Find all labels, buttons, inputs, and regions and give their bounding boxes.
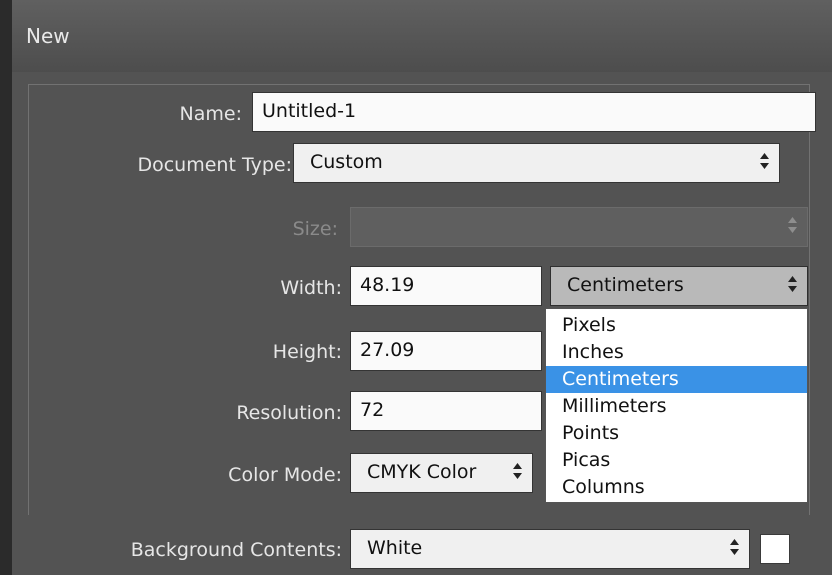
updown-arrows-icon: [788, 276, 797, 292]
unit-option-columns[interactable]: Columns: [546, 474, 807, 501]
unit-option-millimeters[interactable]: Millimeters: [546, 393, 807, 420]
background-contents-label: Background Contents:: [130, 539, 342, 561]
height-label: Height:: [272, 341, 342, 363]
color-mode-value: CMYK Color: [367, 461, 477, 483]
unit-dropdown-list: Pixels Inches Centimeters Millimeters Po…: [545, 308, 808, 503]
document-type-value: Custom: [310, 151, 383, 173]
background-contents-value: White: [367, 537, 423, 559]
background-color-swatch[interactable]: [760, 534, 790, 564]
color-mode-select[interactable]: CMYK Color: [350, 453, 533, 493]
unit-option-inches[interactable]: Inches: [546, 339, 807, 366]
unit-option-centimeters[interactable]: Centimeters: [546, 366, 807, 393]
size-select: [350, 207, 808, 247]
updown-arrows-icon: [730, 539, 739, 555]
window-edge: [0, 0, 12, 575]
document-type-select[interactable]: Custom: [293, 143, 780, 183]
title-bar[interactable]: New: [12, 0, 832, 72]
height-field[interactable]: 27.09: [350, 331, 542, 371]
width-unit-value: Centimeters: [567, 274, 684, 296]
document-type-label: Document Type:: [60, 154, 296, 176]
resolution-label: Resolution:: [236, 402, 342, 424]
width-field[interactable]: 48.19: [350, 266, 542, 306]
name-label: Name:: [179, 103, 242, 125]
resolution-field[interactable]: 72: [350, 391, 542, 431]
unit-option-points[interactable]: Points: [546, 420, 807, 447]
updown-arrows-icon: [760, 153, 769, 169]
updown-arrows-icon: [513, 463, 522, 479]
background-contents-select[interactable]: White: [350, 529, 750, 569]
window-title: New: [26, 24, 70, 48]
name-field[interactable]: Untitled-1: [252, 92, 816, 132]
unit-option-picas[interactable]: Picas: [546, 447, 807, 474]
width-unit-select[interactable]: Centimeters: [550, 266, 808, 306]
unit-option-pixels[interactable]: Pixels: [546, 312, 807, 339]
color-mode-label: Color Mode:: [228, 464, 342, 486]
updown-arrows-icon: [788, 217, 797, 233]
size-label: Size:: [292, 218, 338, 240]
width-label: Width:: [280, 277, 342, 299]
